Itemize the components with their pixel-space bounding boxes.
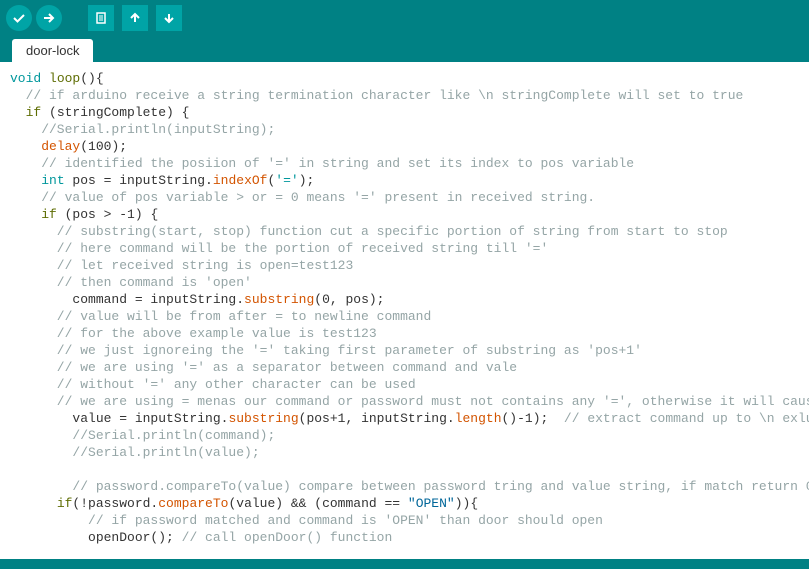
code-comment: // value will be from after = to newline… (10, 309, 431, 324)
code-text (10, 139, 41, 154)
code-func: substring (228, 411, 298, 426)
file-icon (94, 11, 108, 25)
arrow-down-icon (162, 11, 176, 25)
code-comment: // we are using '=' as a separator betwe… (10, 360, 517, 375)
code-func: compareTo (158, 496, 228, 511)
code-comment: // here command will be the portion of r… (10, 241, 548, 256)
code-text: (){ (80, 71, 103, 86)
code-keyword: if (57, 496, 73, 511)
code-text (10, 207, 41, 222)
code-comment: //Serial.println(value); (10, 445, 260, 460)
code-text (10, 173, 41, 188)
code-comment: // we just ignoreing the '=' taking firs… (10, 343, 642, 358)
code-text (41, 71, 49, 86)
code-text: (stringComplete) { (41, 105, 189, 120)
code-text: openDoor(); (10, 530, 182, 545)
code-comment: // then command is 'open' (10, 275, 260, 290)
code-comment: // call openDoor() function (182, 530, 400, 545)
code-string: "OPEN" (408, 496, 455, 511)
verify-button[interactable] (6, 5, 32, 31)
code-text: command = inputString. (10, 292, 244, 307)
code-text: (!password. (72, 496, 158, 511)
code-text: value = inputString. (10, 411, 228, 426)
code-comment: // identified the posiion of '=' in stri… (10, 156, 634, 171)
code-comment: // extract command up to \n exluded (564, 411, 809, 426)
upload-button[interactable] (36, 5, 62, 31)
code-text: pos = inputString. (65, 173, 213, 188)
code-text (10, 496, 57, 511)
code-text: ); (299, 173, 315, 188)
code-comment: // substring(start, stop) function cut a… (10, 224, 728, 239)
code-comment: // let received string is open=test123 (10, 258, 353, 273)
code-comment: // without '=' any other character can b… (10, 377, 423, 392)
code-text: (pos+1, inputString. (299, 411, 455, 426)
code-func: indexOf (213, 173, 268, 188)
code-keyword: if (26, 105, 42, 120)
code-comment: // if arduino receive a string terminati… (10, 88, 743, 103)
code-comment: // if password matched and command is 'O… (10, 513, 603, 528)
code-text: (pos > -1) { (57, 207, 158, 222)
code-comment: //Serial.println(command); (10, 428, 275, 443)
code-string: '=' (275, 173, 298, 188)
code-type: int (41, 173, 64, 188)
code-comment: // password.compareTo(value) compare bet… (10, 479, 809, 494)
open-button[interactable] (122, 5, 148, 31)
tab-bar: door-lock (0, 36, 809, 62)
code-comment: // for the above example value is test12… (10, 326, 377, 341)
code-comment: //Serial.println(inputString); (10, 122, 275, 137)
save-button[interactable] (156, 5, 182, 31)
status-bar (0, 559, 809, 569)
code-text (10, 462, 18, 477)
code-func: delay (41, 139, 80, 154)
code-text: (value) && (command == (228, 496, 407, 511)
check-icon (12, 11, 26, 25)
tab-door-lock[interactable]: door-lock (12, 39, 93, 62)
code-text (10, 105, 26, 120)
code-text: (100); (80, 139, 127, 154)
code-text: (0, pos); (314, 292, 384, 307)
arrow-right-icon (42, 11, 56, 25)
code-func: loop (49, 71, 80, 86)
arrow-up-icon (128, 11, 142, 25)
code-text: )){ (455, 496, 478, 511)
code-func: length (455, 411, 502, 426)
code-func: substring (244, 292, 314, 307)
code-keyword: if (41, 207, 57, 222)
new-button[interactable] (88, 5, 114, 31)
code-keyword: void (10, 71, 41, 86)
code-comment: // value of pos variable > or = 0 means … (10, 190, 595, 205)
code-editor[interactable]: void loop(){ // if arduino receive a str… (0, 62, 809, 559)
toolbar (0, 0, 809, 36)
code-text: ()-1); (502, 411, 564, 426)
code-comment: // we are using = menas our command or p… (10, 394, 809, 409)
